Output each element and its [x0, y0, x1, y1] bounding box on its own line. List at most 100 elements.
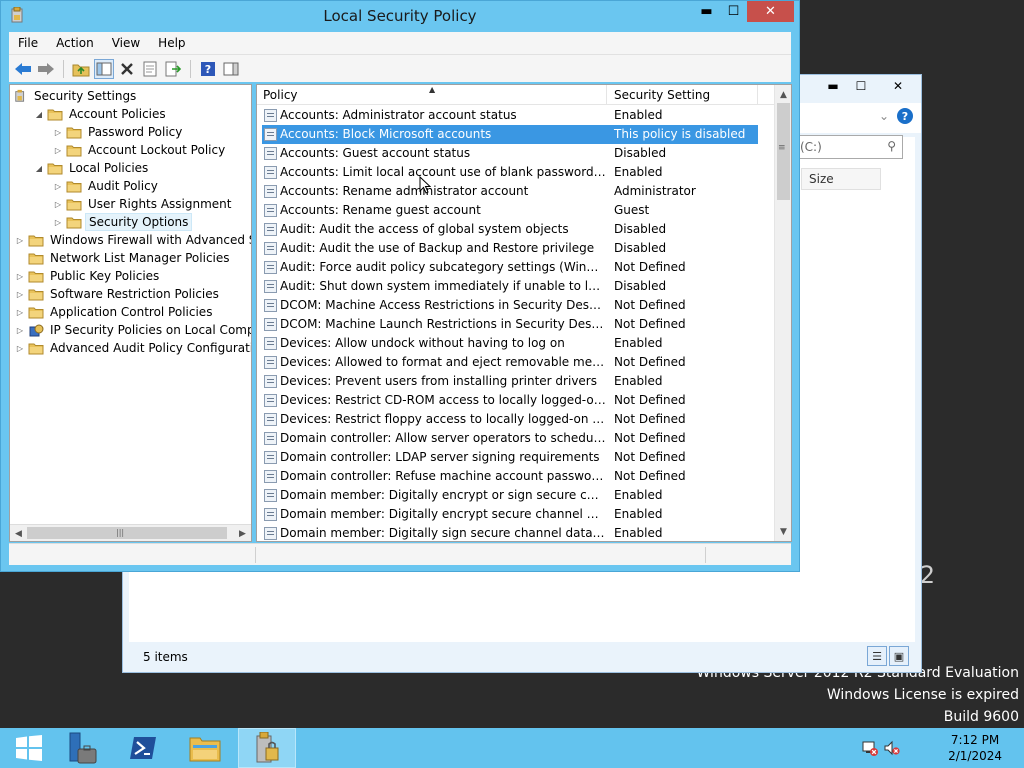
table-row[interactable]: Devices: Allow undock without having to …: [257, 334, 774, 353]
bg-column-header-size[interactable]: Size: [801, 168, 881, 190]
tree-horizontal-scrollbar[interactable]: ◀ ||| ▶: [10, 524, 251, 541]
expand-arrow-icon[interactable]: ▷: [14, 308, 26, 317]
tree-node[interactable]: ▷ IP Security Policies on Local Computer: [14, 321, 251, 339]
expand-arrow-icon[interactable]: ▷: [14, 326, 26, 335]
table-row[interactable]: Audit: Audit the use of Backup and Resto…: [257, 239, 774, 258]
tree-node[interactable]: ▷ Software Restriction Policies: [14, 285, 222, 303]
show-hide-console-tree-icon[interactable]: [94, 58, 114, 79]
scroll-down-arrow-icon[interactable]: ▼: [776, 524, 791, 539]
table-row[interactable]: DCOM: Machine Access Restrictions in Sec…: [257, 296, 774, 315]
show-action-pane-icon[interactable]: [221, 59, 241, 79]
policy-icon: [264, 489, 277, 502]
properties-icon[interactable]: [140, 59, 160, 79]
details-view-icon[interactable]: ☰: [867, 646, 887, 666]
expand-arrow-icon[interactable]: ▷: [14, 272, 26, 281]
menu-help[interactable]: Help: [149, 36, 194, 50]
tree-node[interactable]: Network List Manager Policies: [14, 249, 233, 267]
collapse-arrow-icon[interactable]: ◢: [33, 164, 45, 173]
taskbar-server-manager[interactable]: [52, 728, 110, 768]
collapse-arrow-icon[interactable]: ◢: [33, 110, 45, 119]
bg-close-button[interactable]: ✕: [875, 75, 921, 97]
tree-node[interactable]: ▷ Account Lockout Policy: [52, 141, 228, 159]
speaker-muted-icon[interactable]: [884, 740, 900, 756]
policy-icon: [264, 261, 277, 274]
table-row[interactable]: Accounts: Guest account status Disabled: [257, 144, 774, 163]
table-row[interactable]: Domain controller: Allow server operator…: [257, 429, 774, 448]
chevron-down-icon[interactable]: ⌄: [879, 109, 889, 123]
bg-maximize-button[interactable]: ☐: [847, 75, 875, 97]
list-vertical-scrollbar[interactable]: ▲ ≡ ▼: [774, 85, 791, 541]
help-icon[interactable]: ?: [897, 108, 913, 124]
table-row[interactable]: Audit: Shut down system immediately if u…: [257, 277, 774, 296]
tree-node[interactable]: ▷ Application Control Policies: [14, 303, 215, 321]
taskbar-file-explorer[interactable]: [176, 728, 234, 768]
back-arrow-icon[interactable]: [13, 59, 33, 79]
start-button[interactable]: [0, 728, 58, 768]
expand-arrow-icon[interactable]: ▷: [14, 344, 26, 353]
expand-arrow-icon[interactable]: ▷: [14, 290, 26, 299]
tree-node[interactable]: ▷ Password Policy: [52, 123, 185, 141]
expand-arrow-icon[interactable]: ▷: [52, 218, 64, 227]
table-row[interactable]: Domain member: Digitally encrypt secure …: [257, 505, 774, 524]
expand-arrow-icon[interactable]: ▷: [52, 128, 64, 137]
table-row[interactable]: Domain member: Digitally encrypt or sign…: [257, 486, 774, 505]
expand-arrow-icon[interactable]: ▷: [52, 200, 64, 209]
search-icon[interactable]: ⚲: [887, 139, 896, 153]
column-header-security-setting[interactable]: Security Setting: [608, 85, 758, 105]
scroll-thumb[interactable]: [27, 527, 227, 539]
table-row[interactable]: Audit: Force audit policy subcategory se…: [257, 258, 774, 277]
export-list-icon[interactable]: [163, 59, 183, 79]
security-setting-value: Not Defined: [614, 260, 686, 274]
table-row[interactable]: Devices: Restrict floppy access to local…: [257, 410, 774, 429]
table-row[interactable]: Devices: Prevent users from installing p…: [257, 372, 774, 391]
expand-arrow-icon[interactable]: ▷: [52, 146, 64, 155]
expand-arrow-icon[interactable]: ▷: [52, 182, 64, 191]
tree-node[interactable]: ▷ Advanced Audit Policy Configuration: [14, 339, 251, 357]
menu-view[interactable]: View: [103, 36, 149, 50]
table-row[interactable]: Domain member: Digitally sign secure cha…: [257, 524, 774, 541]
taskbar-powershell[interactable]: [114, 728, 172, 768]
scroll-up-arrow-icon[interactable]: ▲: [776, 87, 791, 102]
table-row[interactable]: Domain controller: Refuse machine accoun…: [257, 467, 774, 486]
up-folder-icon[interactable]: [71, 59, 91, 79]
forward-arrow-icon[interactable]: [36, 59, 56, 79]
maximize-button[interactable]: ☐: [720, 1, 747, 22]
table-row[interactable]: DCOM: Machine Launch Restrictions in Sec…: [257, 315, 774, 334]
local-security-policy-window[interactable]: Local Security Policy ▬ ☐ ✕ File Action …: [0, 0, 800, 572]
table-row[interactable]: Audit: Audit the access of global system…: [257, 220, 774, 239]
tree-node[interactable]: ▷ Windows Firewall with Advanced Security: [14, 231, 251, 249]
close-button[interactable]: ✕: [747, 1, 794, 22]
minimize-button[interactable]: ▬: [693, 1, 720, 22]
scroll-left-arrow-icon[interactable]: ◀: [11, 526, 26, 541]
table-row[interactable]: Accounts: Rename guest account Guest: [257, 201, 774, 220]
table-row[interactable]: Accounts: Limit local account use of bla…: [257, 163, 774, 182]
large-icons-view-icon[interactable]: ▣: [889, 646, 909, 666]
expand-arrow-icon[interactable]: ▷: [14, 236, 26, 245]
bg-minimize-button[interactable]: ▬: [819, 75, 847, 97]
table-row[interactable]: Accounts: Administrator account status En…: [257, 106, 774, 125]
tree-node[interactable]: ▷ Public Key Policies: [14, 267, 162, 285]
network-warning-icon[interactable]: [862, 740, 878, 756]
table-row[interactable]: Domain controller: LDAP server signing r…: [257, 448, 774, 467]
tree-node[interactable]: ◢ Account Policies: [33, 105, 169, 123]
taskbar-local-security-policy[interactable]: [238, 728, 296, 768]
tree-node[interactable]: ◢ Local Policies: [33, 159, 151, 177]
console-tree[interactable]: Security Settings ◢ Account Policies ▷ Pass…: [9, 84, 252, 542]
bg-search-input[interactable]: (C:) ⚲: [793, 135, 903, 159]
table-row[interactable]: Accounts: Rename administrator account Ad…: [257, 182, 774, 201]
tree-root[interactable]: Security Settings: [12, 87, 139, 105]
table-row[interactable]: Accounts: Block Microsoft accounts This p…: [257, 125, 774, 144]
policy-list[interactable]: Policy ▲ Security Setting Accounts: Admi…: [256, 84, 792, 542]
tree-node[interactable]: ▷ Audit Policy: [52, 177, 161, 195]
menu-file[interactable]: File: [9, 36, 47, 50]
table-row[interactable]: Devices: Allowed to format and eject rem…: [257, 353, 774, 372]
table-row[interactable]: Devices: Restrict CD-ROM access to local…: [257, 391, 774, 410]
help-icon[interactable]: ?: [198, 59, 218, 79]
delete-icon[interactable]: [117, 59, 137, 79]
taskbar-clock[interactable]: 7:12 PM 2/1/2024: [948, 732, 1002, 764]
scroll-right-arrow-icon[interactable]: ▶: [235, 526, 250, 541]
title-bar[interactable]: Local Security Policy ▬ ☐ ✕: [1, 1, 799, 31]
menu-action[interactable]: Action: [47, 36, 103, 50]
tree-node[interactable]: ▷ Security Options: [52, 213, 193, 231]
tree-node[interactable]: ▷ User Rights Assignment: [52, 195, 234, 213]
